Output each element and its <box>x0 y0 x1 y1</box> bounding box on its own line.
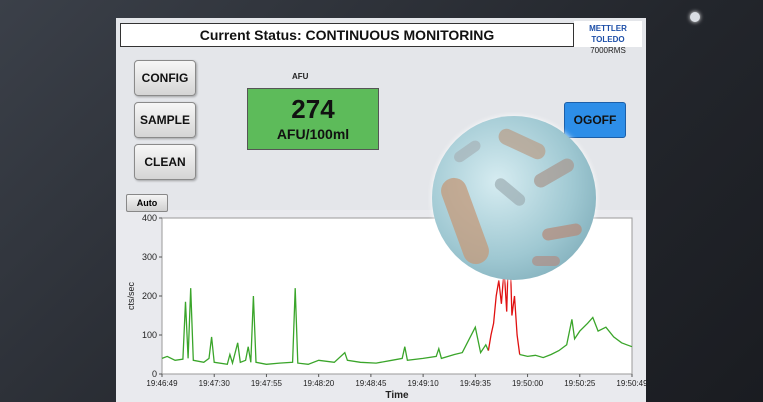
auto-scale-button[interactable]: Auto <box>126 194 168 212</box>
x-tick-label: 19:49:10 <box>408 379 440 388</box>
x-tick-label: 19:50:25 <box>564 379 596 388</box>
clean-button[interactable]: CLEAN <box>134 144 196 180</box>
afu-display: 274 AFU/100ml <box>247 88 379 150</box>
power-led-icon <box>690 12 700 22</box>
x-tick-label: 19:50:49 <box>616 379 646 388</box>
x-tick-label: 19:46:49 <box>146 379 178 388</box>
y-tick-label: 200 <box>142 291 157 301</box>
brand-logo: METTLER TOLEDO 7000RMS <box>574 21 642 55</box>
bacteria-magnifier-icon <box>432 116 596 280</box>
brand-name: METTLER TOLEDO <box>589 24 627 44</box>
status-bar: Current Status: CONTINUOUS MONITORING <box>120 23 574 47</box>
x-tick-label: 19:50:00 <box>512 379 544 388</box>
hmi-screen: Current Status: CONTINUOUS MONITORING ME… <box>116 18 646 402</box>
logoff-button[interactable]: OGOFF <box>564 102 626 138</box>
x-tick-label: 19:48:20 <box>303 379 335 388</box>
x-tick-label: 19:49:35 <box>460 379 492 388</box>
y-tick-label: 100 <box>142 330 157 340</box>
brand-model: 7000RMS <box>590 46 626 55</box>
sample-button[interactable]: SAMPLE <box>134 102 196 138</box>
x-axis-label: Time <box>385 390 409 401</box>
y-tick-label: 0 <box>152 369 157 379</box>
afu-value: 274 <box>291 94 335 124</box>
x-tick-label: 19:47:55 <box>251 379 283 388</box>
y-axis-label: cts/sec <box>126 281 136 310</box>
x-tick-label: 19:47:30 <box>199 379 231 388</box>
afu-label: AFU <box>292 72 309 81</box>
x-tick-label: 19:48:45 <box>355 379 387 388</box>
y-tick-label: 400 <box>142 213 157 223</box>
y-tick-label: 300 <box>142 252 157 262</box>
config-button[interactable]: CONFIG <box>134 60 196 96</box>
afu-unit: AFU/100ml <box>276 126 350 142</box>
